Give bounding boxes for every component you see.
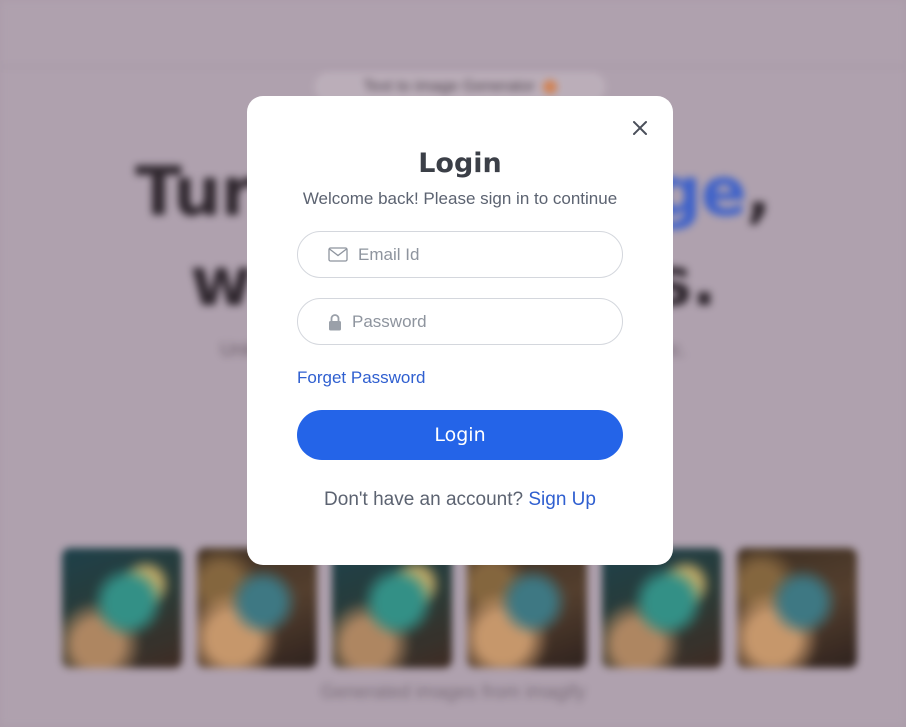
login-button[interactable]: Login <box>297 410 623 460</box>
email-input[interactable] <box>358 244 598 265</box>
signup-prompt: Don't have an account? <box>324 489 524 510</box>
password-field[interactable] <box>297 298 623 345</box>
forgot-password-link[interactable]: Forget Password <box>297 368 426 388</box>
signup-link[interactable]: Sign Up <box>528 489 596 510</box>
modal-subtitle: Welcome back! Please sign in to continue <box>302 189 618 208</box>
signup-row: Don't have an account? Sign Up <box>247 489 673 511</box>
mail-icon <box>328 245 348 265</box>
lock-icon <box>328 312 342 332</box>
modal-title: Login <box>418 148 502 179</box>
close-icon[interactable] <box>629 117 651 139</box>
password-input[interactable] <box>352 311 592 332</box>
email-field[interactable] <box>297 231 623 278</box>
login-modal: Login Welcome back! Please sign in to co… <box>247 96 673 565</box>
